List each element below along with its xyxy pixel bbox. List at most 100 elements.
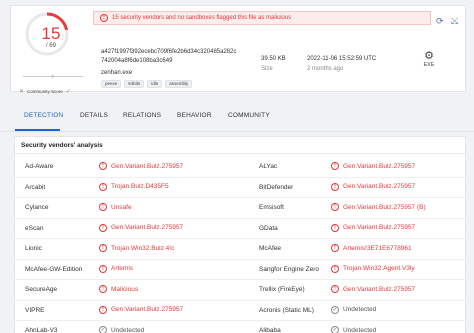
vendor-result: ! Gen:Variant.Bulz.275957 [99,305,184,314]
tag-idle[interactable]: idle [147,80,163,88]
malicious-icon: ! [99,305,107,314]
vendor-name: ALYac [259,163,278,170]
malicious-icon: ! [99,162,107,170]
tab-details[interactable]: DETAILS [80,112,108,119]
similar-icon[interactable]: ⤩ [451,16,458,27]
vendor-name: Lionic [25,245,42,252]
vendor-result-text: Trojan.Bulz.D435F5 [111,183,169,190]
vendor-result: ✓ Undetected [331,305,377,314]
community-score-value: ? [51,75,54,81]
malicious-icon: ! [331,223,339,232]
file-size-label: Size [261,66,273,72]
tag-assembly[interactable]: assembly [165,80,193,88]
file-size: 39.50 KB [261,56,286,62]
tab-behavior[interactable]: BEHAVIOR [177,112,212,119]
undetected-icon: ✓ [331,326,339,333]
vendor-name: Ad-Aware [25,163,54,170]
vendor-row: McAfee-GW-Edition! Artemis Sangfor Engine … [15,260,465,280]
undetected-icon: ✓ [331,305,339,314]
malicious-icon: ! [331,244,339,252]
vendor-result: ! Gen:Variant.Bulz.275957 [99,223,184,232]
detection-score: 15 / 69 ? ✕ Community Score ✓ [19,10,83,95]
vendor-row: eScan! Gen:Variant.Bulz.275957 GData! Gen:V… [15,219,465,239]
vendor-name: SecureAge [25,286,58,293]
community-score-label: Community Score [27,89,63,94]
vendor-name: McAfee [259,245,282,252]
divider [15,153,465,154]
active-tab-indicator [15,129,60,131]
vendor-result-text: Gen:Variant.Bulz.275957 [343,285,416,293]
vendor-result-text: Artemis!3E71E6778961 [343,244,412,252]
file-summary-card: 15 / 69 ? ✕ Community Score ✓ ! 15 secur… [10,5,466,95]
file-date-block: 2022-11-06 15:52:59 UTC 2 months ago [307,54,376,74]
vendor-result: ! Artemis!3E71E6778961 [331,244,412,252]
file-name: zenhan.exe [101,70,133,76]
malicious-icon: ! [331,182,339,191]
vendor-result: ! Gen:Variant.Bulz.275957 [331,182,416,191]
vendor-name: Sangfor Engine Zero [259,265,319,273]
malicious-icon: ! [331,285,339,293]
vendor-result: ! Gen:Variant.Bulz.275957 [331,162,415,170]
malicious-icon: ! [331,264,339,273]
vendor-result: ✓ Undetected [99,326,144,333]
undetected-icon: ✓ [99,326,107,333]
vendor-result: ! Trojan.Win32.Bulz.4!c [99,244,174,252]
vendor-result-text: Gen:Variant.Bulz.275957 [343,162,416,170]
vendor-result-text: Gen:Variant.Bulz.275957 [111,224,184,231]
vendor-result: ! Unsafe [99,203,132,211]
vendor-result-text: Undetected [343,306,377,313]
alert-text: 15 security vendors and no sandboxes fla… [112,15,292,21]
exe-icon: ⚙ [424,50,434,62]
vendor-rows: Ad-Aware! Gen:Variant.Bulz.275957 ALYac! Ge… [15,157,465,333]
malicious-icon: ! [99,285,107,293]
tab-detection[interactable]: DETECTION [24,112,63,119]
vendor-name: BitDefender [259,183,294,191]
file-hash-line2: 742004a8f6de108ba3c649 [101,58,173,64]
vendor-result: ! Gen:Variant.Bulz.275957 [99,162,183,170]
file-date-relative: 2 months ago [307,66,344,72]
tag-64bits[interactable]: 64bits [124,80,145,88]
file-size-block: 39.50 KB Size [261,54,286,74]
vendor-name: Cylance [25,204,49,211]
vendor-result-text: Trojan.Win32.Bulz.4!c [111,244,175,252]
community-score-row: ✕ Community Score ✓ [19,88,99,95]
vendor-result-text: Gen:Variant.Bulz.275957 (B) [343,203,426,211]
vendor-result-text: Gen:Variant.Bulz.275957 [111,162,184,170]
vendor-result-text: Gen:Variant.Bulz.275957 [343,224,416,231]
score-detected: 15 [41,24,61,43]
vendor-result-text: Gen:Variant.Bulz.275957 [111,306,184,313]
file-type: ⚙ EXE [421,50,437,68]
file-date: 2022-11-06 15:52:59 UTC [307,56,377,62]
reanalyze-icon[interactable]: ⟳ [436,16,444,27]
vendor-result: ! Trojan.Bulz.D435F5 [99,182,169,191]
vendor-name: VIPRE [25,306,45,314]
file-tags: peexe 64bits idle assembly [101,80,193,88]
tag-peexe[interactable]: peexe [101,80,122,88]
vendor-result-text: Gen:Variant.Bulz.275957 [343,183,416,190]
malicious-icon: ! [99,223,107,232]
vendor-result-text: Unsafe [111,203,132,211]
vendors-title: Security vendors' analysis [21,142,103,149]
vendor-result: ! Malicious [99,285,138,293]
vendor-row: Ad-Aware! Gen:Variant.Bulz.275957 ALYac! Ge… [15,157,465,178]
malicious-icon: ! [99,264,107,273]
file-hash[interactable]: a427f1997f392ecebc709f6fe2b6d34c320485a2… [101,48,271,66]
vendors-panel: Security vendors' analysis Ad-Aware! Gen:… [14,136,466,333]
vendor-row: AhnLab-V3 ✓ Undetected Alibaba ✓ Undetected [15,321,465,333]
vendor-result-text: Trojan.Win32.Agent.V3ly [343,265,415,272]
malicious-icon: ! [99,182,107,191]
tab-community[interactable]: COMMUNITY [228,112,270,119]
tab-relations[interactable]: RELATIONS [123,112,161,119]
file-type-label: EXE [423,62,435,68]
vendor-result-text: Artemis [111,265,134,272]
vote-down-icon[interactable]: ✕ [19,88,24,95]
vendor-row: Lionic! Trojan.Win32.Bulz.4!c McAfee! Artem… [15,239,465,260]
malicious-icon: ! [99,244,107,252]
vendor-result: ! Trojan.Win32.Agent.V3ly [331,264,415,273]
vendor-row: SecureAge! Malicious Trellix (FireEye)! Gen… [15,280,465,301]
malicious-icon: ! [331,203,339,211]
vote-up-icon[interactable]: ✓ [66,88,71,95]
vendor-result: ! Artemis [99,264,134,273]
score-total: / 69 [45,43,56,49]
vendor-result-text: Undetected [343,326,377,333]
